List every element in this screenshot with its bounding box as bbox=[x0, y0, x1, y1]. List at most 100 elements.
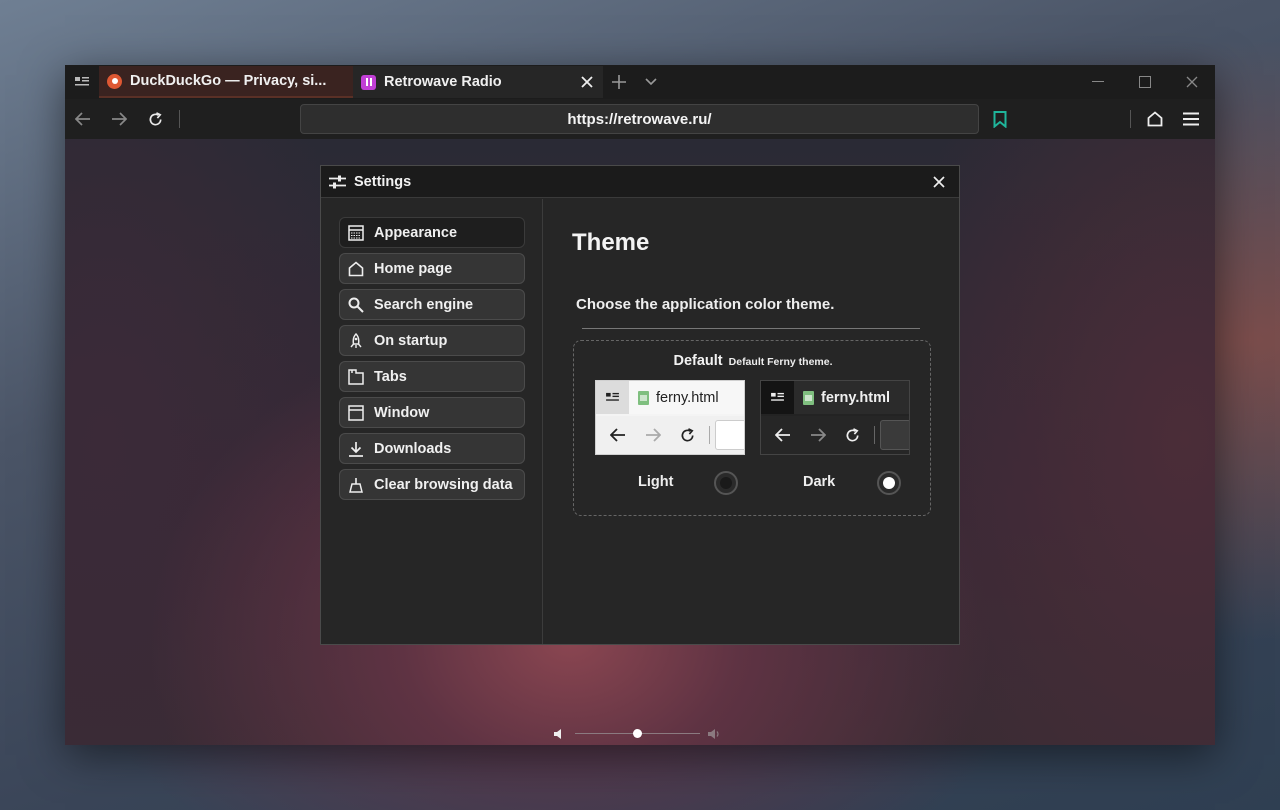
preview-tab-title: ferny.html bbox=[821, 389, 891, 406]
radio-dot bbox=[720, 477, 732, 489]
close-icon bbox=[581, 76, 593, 88]
maximize-icon bbox=[1138, 76, 1151, 88]
tab-list-icon bbox=[596, 381, 629, 414]
close-tab-button[interactable] bbox=[579, 74, 595, 90]
tab-retrowave[interactable]: Retrowave Radio bbox=[353, 66, 603, 98]
retrowave-favicon-icon bbox=[361, 74, 376, 90]
volume-control bbox=[550, 724, 725, 744]
sidebar-item-window[interactable]: Window bbox=[339, 397, 525, 428]
arrow-left-icon bbox=[604, 428, 631, 442]
theme-description: Choose the application color theme. bbox=[576, 296, 835, 313]
dark-theme-preview[interactable]: ferny.html bbox=[760, 380, 910, 455]
address-bar[interactable]: https://retrowave.ru/ bbox=[300, 104, 979, 134]
minimize-button[interactable] bbox=[1074, 65, 1121, 99]
light-option-label: Light bbox=[638, 474, 674, 490]
reload-icon bbox=[839, 427, 866, 443]
url-text: https://retrowave.ru/ bbox=[567, 110, 712, 128]
sidebar-item-tabs[interactable]: Tabs bbox=[339, 361, 525, 392]
search-icon bbox=[347, 296, 365, 314]
reload-button[interactable] bbox=[137, 99, 173, 139]
settings-sliders-icon bbox=[329, 175, 346, 188]
rocket-icon bbox=[347, 332, 365, 350]
arrow-left-icon bbox=[75, 112, 90, 126]
preview-address-bar bbox=[880, 420, 909, 450]
hamburger-menu-icon bbox=[1183, 112, 1199, 126]
main-menu-button[interactable] bbox=[1173, 99, 1209, 139]
appearance-icon bbox=[347, 224, 365, 242]
preview-tab: ferny.html bbox=[629, 381, 744, 414]
volume-mute-icon[interactable] bbox=[553, 728, 565, 740]
sidebar-item-downloads[interactable]: Downloads bbox=[339, 433, 525, 464]
close-settings-button[interactable] bbox=[927, 170, 951, 194]
back-button[interactable] bbox=[65, 99, 101, 139]
preview-nav-row bbox=[761, 416, 909, 454]
arrow-right-icon bbox=[112, 112, 127, 126]
html-file-icon bbox=[803, 390, 814, 405]
sidebar-item-clear-browsing-data[interactable]: Clear browsing data bbox=[339, 469, 525, 500]
dark-theme-radio[interactable] bbox=[877, 471, 901, 495]
preview-tab: ferny.html bbox=[794, 381, 909, 414]
sidebar-item-appearance[interactable]: Appearance bbox=[339, 217, 525, 248]
broom-icon bbox=[347, 476, 365, 494]
preview-tab-title: ferny.html bbox=[656, 389, 719, 406]
preview-separator bbox=[874, 426, 876, 444]
chevron-down-icon bbox=[645, 78, 657, 86]
preview-tab-row: ferny.html bbox=[596, 381, 744, 414]
theme-group-name: Default bbox=[673, 353, 723, 369]
settings-sidebar: Appearance Home page Search engine On st… bbox=[321, 199, 543, 644]
bookmark-icon bbox=[993, 110, 1007, 128]
toolbar-right bbox=[1124, 99, 1209, 139]
tabs-icon bbox=[347, 368, 365, 386]
preview-nav-row bbox=[596, 416, 744, 454]
theme-group-subtitle: Default Ferny theme. bbox=[728, 356, 833, 368]
tab-list-icon bbox=[761, 381, 794, 414]
theme-group-title: Default Default Ferny theme. bbox=[574, 352, 932, 370]
volume-slider-handle[interactable] bbox=[633, 729, 642, 738]
close-icon bbox=[933, 175, 945, 188]
close-window-button[interactable] bbox=[1168, 65, 1215, 99]
sidebar-item-home-page[interactable]: Home page bbox=[339, 253, 525, 284]
sidebar-item-label: On startup bbox=[374, 332, 448, 349]
tab-menu-button[interactable] bbox=[635, 65, 667, 99]
dark-option-label: Dark bbox=[803, 474, 836, 490]
tab-list-button[interactable] bbox=[65, 65, 99, 99]
bookmark-button[interactable] bbox=[985, 104, 1015, 134]
page-content: Settings Appearance Home page Search eng… bbox=[65, 139, 1215, 745]
divider bbox=[582, 328, 920, 329]
light-theme-preview[interactable]: ferny.html bbox=[595, 380, 745, 455]
light-theme-radio[interactable] bbox=[714, 471, 738, 495]
arrow-left-icon bbox=[769, 428, 796, 442]
settings-dialog: Settings Appearance Home page Search eng… bbox=[320, 165, 960, 645]
toolbar-separator bbox=[179, 110, 180, 128]
download-icon bbox=[347, 440, 365, 458]
settings-title: Settings bbox=[354, 173, 412, 190]
window-icon bbox=[347, 404, 365, 422]
sidebar-item-on-startup[interactable]: On startup bbox=[339, 325, 525, 356]
sidebar-item-label: Tabs bbox=[374, 368, 407, 385]
duckduckgo-favicon-icon bbox=[107, 73, 122, 89]
sidebar-item-label: Window bbox=[374, 404, 430, 421]
settings-header: Settings bbox=[321, 166, 959, 198]
sidebar-item-search-engine[interactable]: Search engine bbox=[339, 289, 525, 320]
sidebar-item-label: Search engine bbox=[374, 296, 474, 313]
new-tab-button[interactable] bbox=[603, 65, 635, 99]
sidebar-item-label: Home page bbox=[374, 260, 453, 277]
arrow-right-icon bbox=[639, 428, 666, 442]
tab-bar: DuckDuckGo — Privacy, si... Retrowave Ra… bbox=[65, 65, 1215, 99]
preview-separator bbox=[709, 426, 711, 444]
arrow-right-icon bbox=[804, 428, 831, 442]
maximize-button[interactable] bbox=[1121, 65, 1168, 99]
tab-title: Retrowave Radio bbox=[384, 74, 502, 90]
home-button[interactable] bbox=[1137, 99, 1173, 139]
theme-settings-panel: Theme Choose the application color theme… bbox=[544, 199, 959, 644]
theme-group-default: Default Default Ferny theme. ferny.html bbox=[573, 340, 931, 516]
sidebar-item-label: Downloads bbox=[374, 440, 452, 457]
tab-title: DuckDuckGo — Privacy, si... bbox=[130, 73, 327, 89]
tab-duckduckgo[interactable]: DuckDuckGo — Privacy, si... bbox=[99, 66, 353, 98]
forward-button[interactable] bbox=[101, 99, 137, 139]
window-controls bbox=[1074, 65, 1215, 99]
html-file-icon bbox=[638, 390, 649, 405]
volume-up-icon[interactable] bbox=[707, 728, 721, 740]
minimize-icon bbox=[1091, 81, 1104, 82]
sidebar-item-label: Clear browsing data bbox=[374, 476, 513, 493]
